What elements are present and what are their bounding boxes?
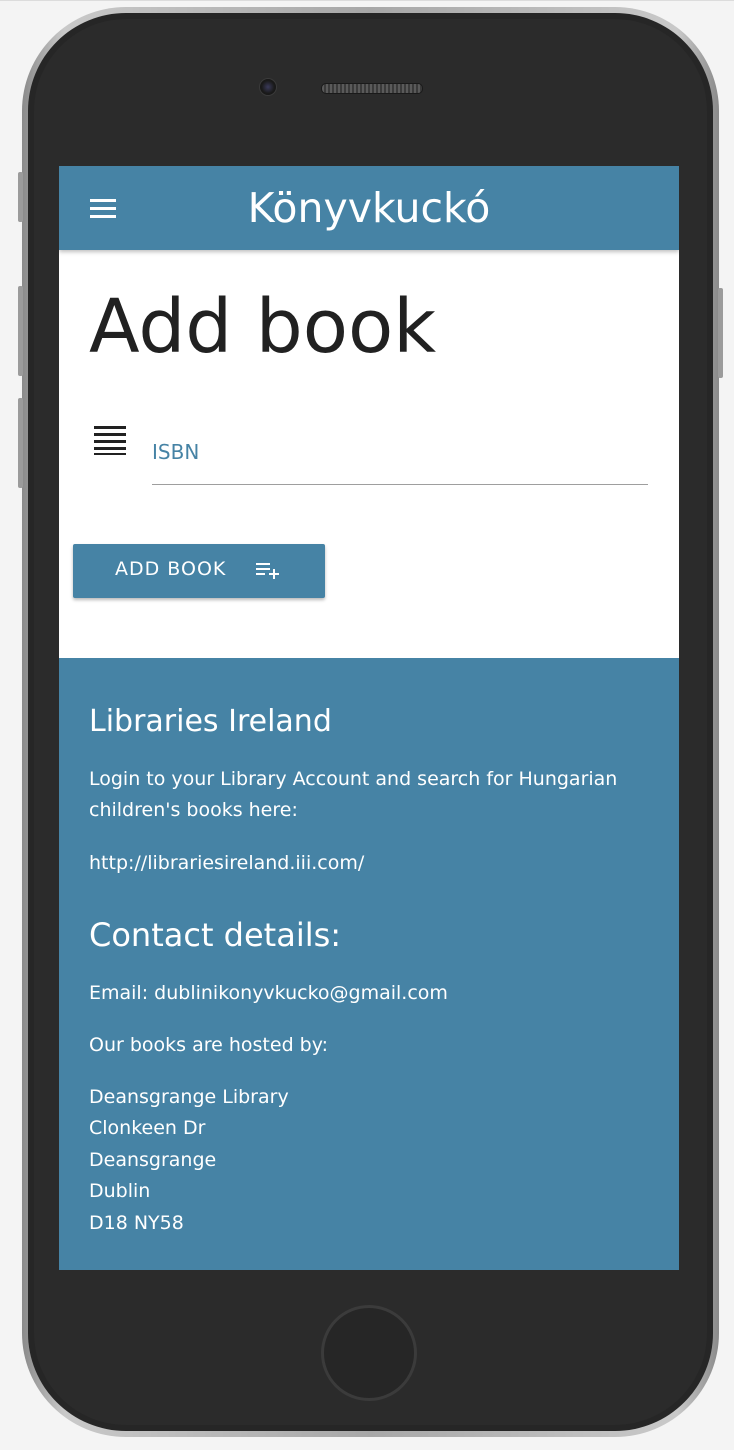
hosted-by-text: Our books are hosted by: <box>89 1034 328 1056</box>
libraries-description: Login to your Library Account and search… <box>89 768 618 821</box>
contact-heading: Contact details: <box>89 916 342 954</box>
contact-email[interactable]: Email: dublinikonyvkucko@gmail.com <box>89 978 649 1009</box>
libraries-link[interactable]: http://librariesireland.iii.com/ <box>89 848 649 879</box>
add-book-button[interactable]: ADD BOOK <box>73 544 325 598</box>
home-button[interactable] <box>321 1305 417 1401</box>
address-line: Clonkeen Dr <box>89 1117 206 1139</box>
app-title: Könyvkuckó <box>247 184 491 232</box>
playlist-add-icon <box>256 563 282 581</box>
page-title: Add book <box>89 284 437 370</box>
footer: Libraries Ireland Login to your Library … <box>59 658 679 1270</box>
app-bar: Könyvkuckó <box>59 166 679 250</box>
earpiece-speaker <box>321 83 423 94</box>
address-line: Deansgrange Library <box>89 1086 289 1108</box>
volume-down-button <box>18 398 23 488</box>
address-line: Deansgrange <box>89 1149 217 1171</box>
isbn-input[interactable] <box>152 436 652 486</box>
power-button <box>718 288 723 378</box>
front-camera-icon <box>259 78 277 96</box>
address-line: Dublin <box>89 1180 151 1202</box>
mute-switch <box>18 172 23 222</box>
window-top-border <box>0 0 734 1</box>
volume-up-button <box>18 286 23 376</box>
address-line: D18 NY58 <box>89 1212 184 1234</box>
add-book-button-label: ADD BOOK <box>115 558 227 580</box>
isbn-field[interactable]: ISBN <box>152 436 652 486</box>
libraries-heading: Libraries Ireland <box>89 704 332 739</box>
list-icon <box>94 426 126 456</box>
phone-screen: Könyvkuckó Add book ISBN ADD BOOK Librar… <box>59 166 679 1270</box>
